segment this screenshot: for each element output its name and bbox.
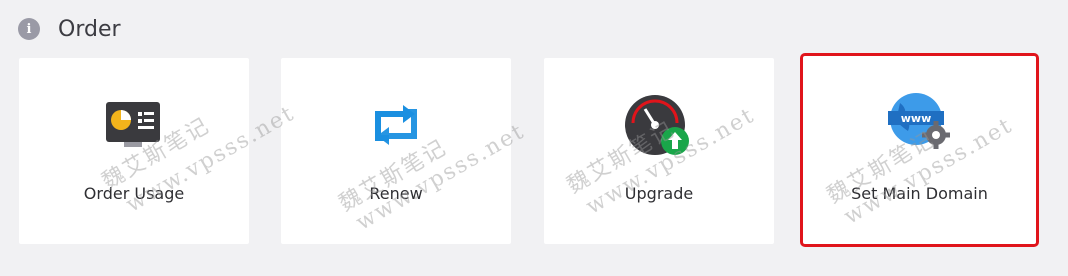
section-header: i Order (18, 15, 121, 43)
dashboard-chart-icon (106, 102, 160, 147)
upgrade-card[interactable]: Upgrade (544, 58, 774, 244)
set-main-domain-label: Set Main Domain (851, 184, 988, 203)
order-usage-card[interactable]: Order Usage (19, 58, 249, 244)
order-usage-label: Order Usage (83, 184, 185, 203)
www-globe-gear-icon: www (887, 93, 950, 149)
upgrade-label: Upgrade (624, 184, 694, 203)
set-main-domain-card[interactable]: www Set Main Domain (800, 53, 1039, 247)
renew-label: Renew (369, 184, 423, 203)
speedometer-upgrade-icon (625, 95, 689, 155)
renew-arrows-icon (375, 105, 417, 145)
section-title: Order (58, 16, 121, 42)
renew-card[interactable]: Renew (281, 58, 511, 244)
info-icon: i (18, 18, 40, 40)
svg-text:www: www (900, 112, 931, 125)
